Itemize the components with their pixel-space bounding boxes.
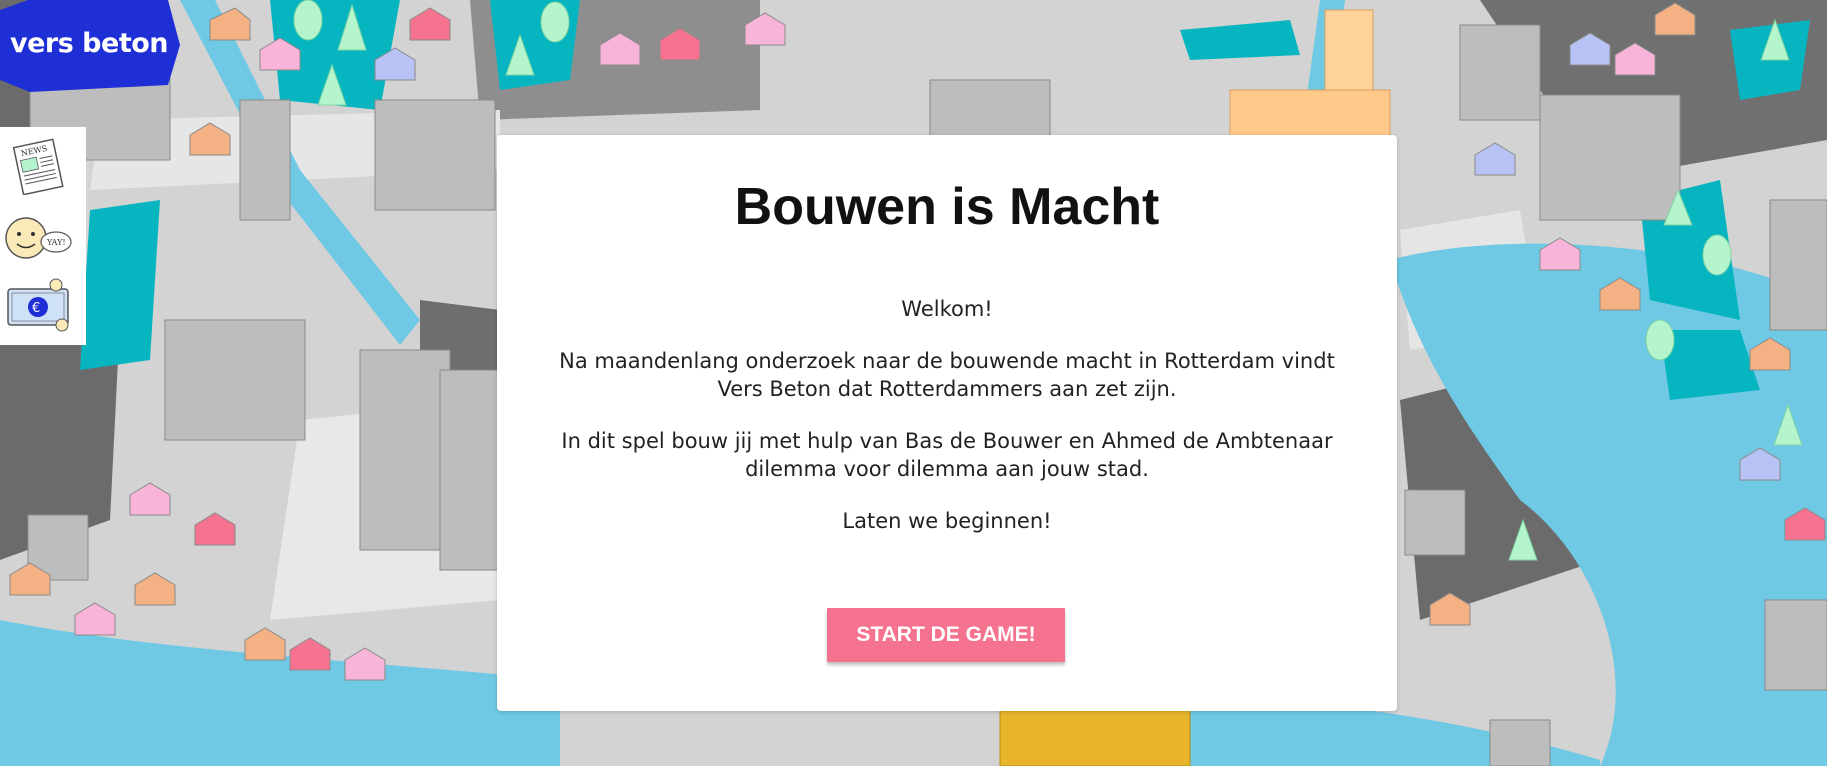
tree <box>293 0 323 41</box>
building <box>164 319 306 441</box>
yay-label: YAY! <box>46 238 66 247</box>
start-game-button[interactable]: START DE GAME! <box>827 608 1065 662</box>
vers-beton-logo[interactable]: vers beton <box>0 0 180 92</box>
money-button[interactable]: € <box>4 277 72 335</box>
intro-paragraph-research: Na maandenlang onderzoek naar de bouwend… <box>559 349 1335 401</box>
intro-text: Welkom! Na maandenlang onderzoek naar de… <box>557 295 1337 559</box>
euro-label: € <box>32 301 40 316</box>
building <box>1764 599 1827 691</box>
intro-paragraph-game: In dit spel bouw jij met hulp van Bas de… <box>561 429 1333 481</box>
intro-dialog: Bouwen is Macht Welkom! Na maandenlang o… <box>497 135 1397 711</box>
tree <box>540 1 570 43</box>
tree <box>1702 234 1732 276</box>
building <box>1459 24 1541 121</box>
tree <box>1645 319 1675 361</box>
smiley-button[interactable]: YAY! <box>4 210 72 268</box>
game-title: Bouwen is Macht <box>734 178 1160 236</box>
building <box>1404 489 1466 556</box>
building <box>1539 94 1681 221</box>
money-bill-icon: € <box>7 278 69 332</box>
building <box>929 79 1051 141</box>
logo-text: vers beton <box>9 28 169 59</box>
building <box>359 349 451 551</box>
newspaper-icon: NEWS <box>12 138 64 196</box>
smiley-face-icon: YAY! <box>5 217 72 259</box>
building <box>1489 719 1551 766</box>
building <box>374 99 496 211</box>
building <box>1769 199 1827 331</box>
building <box>439 369 501 571</box>
welcome-text: Welkom! <box>901 297 993 321</box>
town-hall <box>1229 89 1391 141</box>
park <box>80 200 160 370</box>
building <box>239 99 291 221</box>
lets-begin-text: Laten we beginnen! <box>842 509 1052 533</box>
side-toolbar: NEWS YAY! € <box>0 127 86 345</box>
newspaper-button[interactable]: NEWS <box>4 137 72 196</box>
